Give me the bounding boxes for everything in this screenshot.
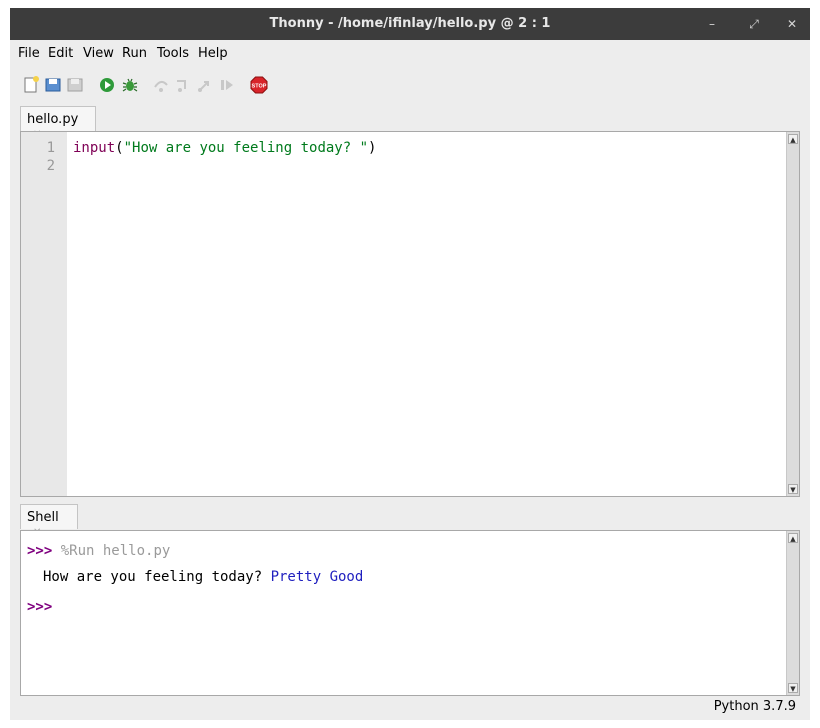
shell-scrollbar[interactable]: ▲ ▼ xyxy=(786,531,799,695)
scroll-down-icon[interactable]: ▼ xyxy=(788,484,798,494)
step-out-icon[interactable] xyxy=(196,76,214,94)
step-over-icon[interactable] xyxy=(152,76,170,94)
menu-help[interactable]: Help xyxy=(198,46,228,61)
output-text: How are you feeling today? xyxy=(43,569,271,585)
string-literal: "How are you feeling today? " xyxy=(123,140,369,156)
menu-file[interactable]: File xyxy=(18,46,40,61)
menu-view[interactable]: View xyxy=(83,46,114,61)
scroll-up-icon[interactable]: ▲ xyxy=(788,134,798,144)
open-paren: ( xyxy=(115,140,124,156)
menu-run[interactable]: Run xyxy=(122,46,147,61)
tab-label: hello.py xyxy=(27,112,79,127)
run-icon[interactable] xyxy=(98,76,116,94)
menu-bar: File Edit View Run Tools Help xyxy=(10,40,810,66)
shell-output-line: How are you feeling today? Pretty Good xyxy=(43,569,363,585)
toolbar: STOP xyxy=(10,68,810,100)
line-number: 2 xyxy=(46,158,55,174)
shell-command-line: >>> %Run hello.py xyxy=(27,543,170,559)
shell-prompt: >>> xyxy=(27,599,53,615)
code-editor[interactable]: 1 2 input("How are you feeling today? ")… xyxy=(20,131,800,497)
code-line[interactable]: input("How are you feeling today? ") xyxy=(73,140,376,156)
minimize-icon[interactable]: – xyxy=(704,16,720,32)
line-number-gutter: 1 2 xyxy=(21,132,67,496)
shell-prompt: >>> xyxy=(27,543,53,559)
step-into-icon[interactable] xyxy=(174,76,192,94)
scroll-up-icon[interactable]: ▲ xyxy=(788,533,798,543)
thonny-window: Thonny - /home/ifinlay/hello.py @ 2 : 1 … xyxy=(10,8,810,720)
stop-icon[interactable]: STOP xyxy=(250,76,268,94)
resume-icon[interactable] xyxy=(218,76,236,94)
stop-label: STOP xyxy=(252,84,267,90)
title-bar[interactable]: Thonny - /home/ifinlay/hello.py @ 2 : 1 … xyxy=(10,8,810,40)
open-file-icon[interactable] xyxy=(44,76,62,94)
save-file-icon[interactable] xyxy=(66,76,84,94)
close-icon[interactable]: ✕ xyxy=(784,16,800,32)
tab-shell[interactable]: Shell ✕ xyxy=(20,504,78,538)
close-paren: ) xyxy=(368,140,377,156)
new-file-icon[interactable] xyxy=(22,76,40,94)
line-number: 1 xyxy=(46,140,55,156)
window-title: Thonny - /home/ifinlay/hello.py @ 2 : 1 xyxy=(269,16,551,31)
interpreter-status[interactable]: Python 3.7.9 xyxy=(714,699,796,714)
debug-icon[interactable] xyxy=(121,76,139,94)
tab-label: Shell xyxy=(27,510,59,525)
menu-tools[interactable]: Tools xyxy=(157,46,189,61)
tab-hello-py[interactable]: hello.py ✕ xyxy=(20,106,96,140)
user-input-text: Pretty Good xyxy=(270,569,364,585)
builtin-function: input xyxy=(73,140,116,156)
scroll-down-icon[interactable]: ▼ xyxy=(788,683,798,693)
menu-edit[interactable]: Edit xyxy=(48,46,73,61)
editor-scrollbar[interactable]: ▲ ▼ xyxy=(786,132,799,496)
shell-console[interactable]: >>> %Run hello.py How are you feeling to… xyxy=(20,530,800,696)
shell-input-line[interactable]: >>> xyxy=(27,599,52,615)
maximize-icon[interactable]: ⤢ xyxy=(746,16,762,32)
shell-command: %Run hello.py xyxy=(60,543,171,559)
